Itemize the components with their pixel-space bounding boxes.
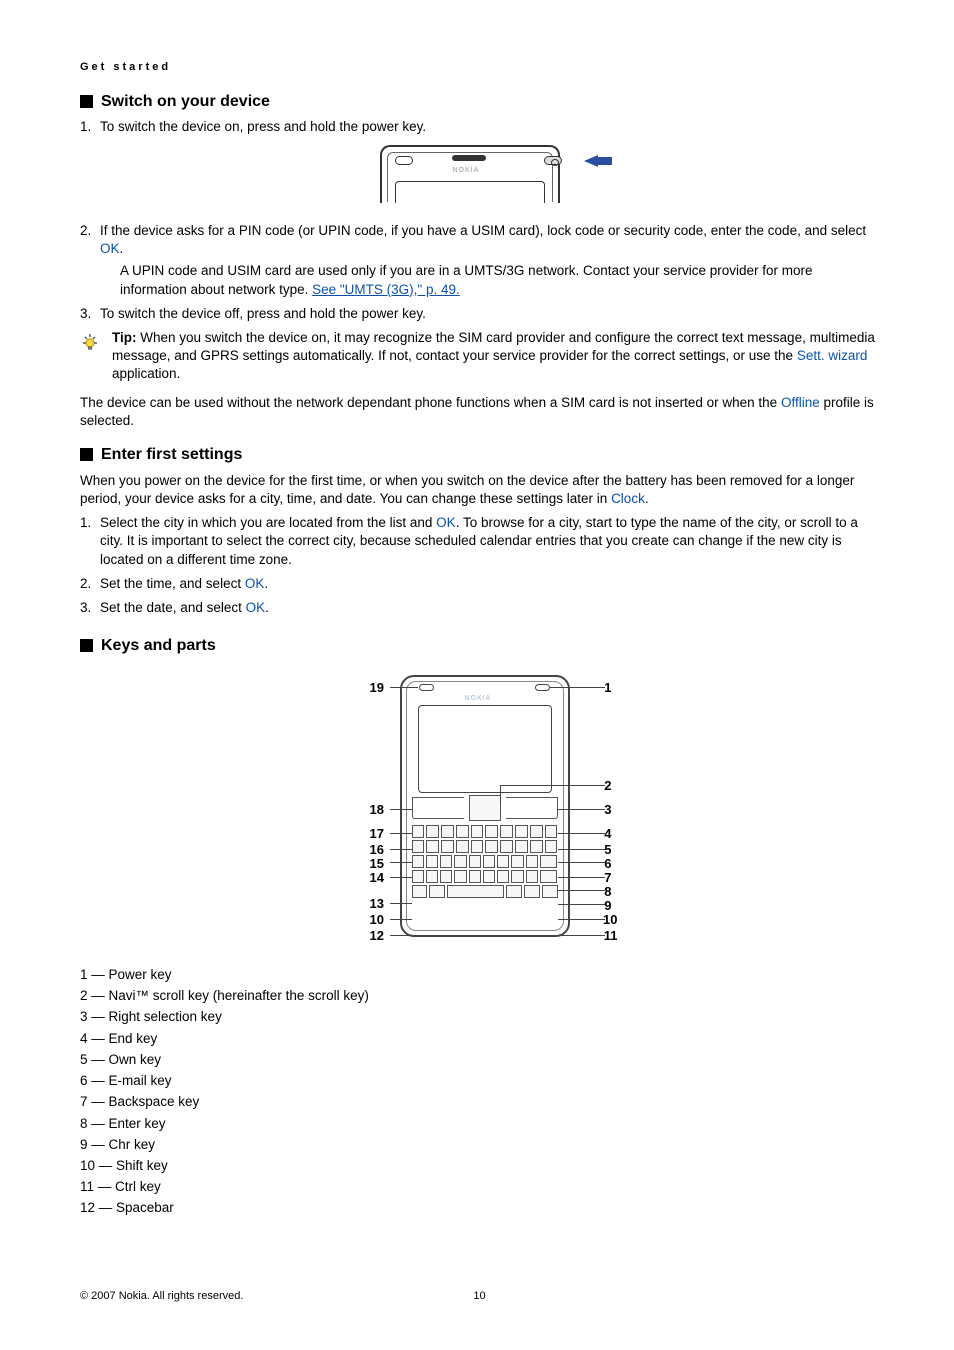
navi-key xyxy=(469,795,501,821)
ok-label: OK xyxy=(246,600,266,615)
section-heading-switch-on: Switch on your device xyxy=(80,91,879,113)
bullet-square-icon xyxy=(80,95,93,108)
step-text: To switch the device off, press and hold… xyxy=(100,306,426,321)
speaker-icon xyxy=(452,155,486,161)
callout-3: 3 xyxy=(604,801,611,819)
list-item: 11 — Ctrl key xyxy=(80,1178,879,1196)
page-number: 10 xyxy=(473,1289,485,1304)
keys-legend-list: 1 — Power key 2 — Navi™ scroll key (here… xyxy=(80,966,879,1218)
keyboard xyxy=(412,825,558,900)
clock-label: Clock xyxy=(611,491,645,506)
section-title: Keys and parts xyxy=(101,635,216,657)
list-item: 3. Set the date, and select OK. xyxy=(80,599,879,617)
figure-phone-top: NOKIA xyxy=(80,145,879,210)
earpiece-icon xyxy=(419,684,434,691)
list-item: 3. To switch the device off, press and h… xyxy=(80,305,879,323)
figure-device-front: NOKIA 19 18 17 16 15 14 13 10 12 xyxy=(80,667,879,952)
callout-14: 14 xyxy=(370,869,384,887)
step-number: 3. xyxy=(80,305,91,323)
copyright: © 2007 Nokia. All rights reserved. xyxy=(80,1289,243,1304)
offline-label: Offline xyxy=(781,395,820,410)
step-subtext: A UPIN code and USIM card are used only … xyxy=(100,262,879,298)
breadcrumb: Get started xyxy=(80,60,879,75)
intro-para: When you power on the device for the fir… xyxy=(80,472,879,508)
callout-2: 2 xyxy=(604,777,611,795)
tip-callout: Tip: When you switch the device on, it m… xyxy=(80,329,879,384)
list-item: 5 — Own key xyxy=(80,1051,879,1069)
lightbulb-icon xyxy=(80,331,100,360)
bullet-square-icon xyxy=(80,448,93,461)
callout-4: 4 xyxy=(604,825,611,843)
list-item: 4 — End key xyxy=(80,1030,879,1048)
power-key-icon xyxy=(544,156,562,165)
list-item: 10 — Shift key xyxy=(80,1157,879,1175)
list-item: 1. To switch the device on, press and ho… xyxy=(80,118,879,136)
tip-text: Tip: When you switch the device on, it m… xyxy=(112,329,879,384)
callout-10r: 10 xyxy=(603,911,617,929)
callout-17: 17 xyxy=(370,825,384,843)
switch-on-steps: 1. To switch the device on, press and ho… xyxy=(80,118,879,136)
list-item: 1 — Power key xyxy=(80,966,879,984)
list-item: 3 — Right selection key xyxy=(80,1008,879,1026)
step-number: 3. xyxy=(80,599,91,617)
ok-label: OK xyxy=(436,515,456,530)
arrow-tail xyxy=(598,157,612,165)
list-item: 7 — Backspace key xyxy=(80,1093,879,1111)
switch-on-steps-cont: 2. If the device asks for a PIN code (or… xyxy=(80,222,879,323)
callout-12: 12 xyxy=(370,927,384,945)
tip-label: Tip: xyxy=(112,330,140,345)
step-text: Set the date, and select OK. xyxy=(100,600,269,615)
step-number: 1. xyxy=(80,118,91,136)
step-text: To switch the device on, press and hold … xyxy=(100,119,426,134)
closing-para: The device can be used without the netwo… xyxy=(80,394,879,430)
step-number: 1. xyxy=(80,514,91,532)
ok-label: OK xyxy=(100,241,120,256)
step-number: 2. xyxy=(80,222,91,240)
ok-label: OK xyxy=(245,576,265,591)
list-item: 2 — Navi™ scroll key (hereinafter the sc… xyxy=(80,987,879,1005)
step-text: Select the city in which you are located… xyxy=(100,515,858,566)
list-item: 2. If the device asks for a PIN code (or… xyxy=(80,222,879,299)
bullet-square-icon xyxy=(80,639,93,652)
umts-link[interactable]: See "UMTS (3G)," p. 49. xyxy=(312,282,460,297)
callout-18: 18 xyxy=(370,801,384,819)
callout-13: 13 xyxy=(370,895,384,913)
callout-19: 19 xyxy=(370,679,384,697)
section-title: Switch on your device xyxy=(101,91,270,113)
first-settings-steps: 1. Select the city in which you are loca… xyxy=(80,514,879,617)
section-heading-enter-first-settings: Enter first settings xyxy=(80,444,879,466)
section-title: Enter first settings xyxy=(101,444,242,466)
screen xyxy=(418,705,552,793)
list-item: 12 — Spacebar xyxy=(80,1199,879,1217)
list-item: 6 — E-mail key xyxy=(80,1072,879,1090)
nokia-logo: NOKIA xyxy=(465,694,492,703)
step-text: Set the time, and select OK. xyxy=(100,576,268,591)
step-text: If the device asks for a PIN code (or UP… xyxy=(100,223,866,256)
callout-1: 1 xyxy=(604,679,611,697)
left-softkey xyxy=(412,797,464,819)
right-softkey xyxy=(506,797,558,819)
list-item: 9 — Chr key xyxy=(80,1136,879,1154)
list-item: 1. Select the city in which you are loca… xyxy=(80,514,879,569)
callout-11: 11 xyxy=(604,927,618,945)
nokia-logo: NOKIA xyxy=(453,166,480,175)
step-number: 2. xyxy=(80,575,91,593)
list-item: 8 — Enter key xyxy=(80,1115,879,1133)
list-item: 2. Set the time, and select OK. xyxy=(80,575,879,593)
page-footer: © 2007 Nokia. All rights reserved. 10 xyxy=(80,1289,879,1304)
earpiece-icon xyxy=(395,156,413,165)
arrow-icon xyxy=(584,155,598,167)
sett-wizard-label: Sett. wizard xyxy=(797,348,868,363)
section-heading-keys-and-parts: Keys and parts xyxy=(80,635,879,657)
callout-10l: 10 xyxy=(370,911,384,929)
power-key-icon xyxy=(535,684,550,691)
